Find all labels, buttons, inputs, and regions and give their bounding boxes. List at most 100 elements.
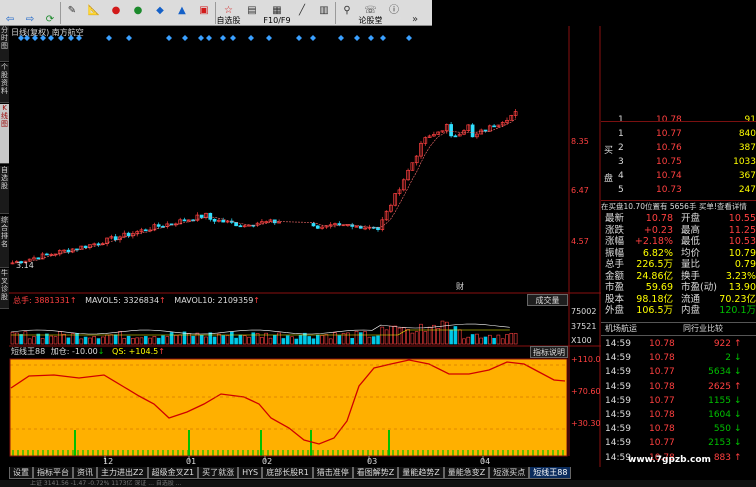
volume-bar [19, 334, 23, 345]
volume-bar [208, 332, 213, 345]
tick-price: 10.78 [649, 339, 675, 349]
tick-time: 14:59 [605, 410, 631, 420]
toolbar-f10-button[interactable]: ▦ F10/F9 [263, 0, 291, 26]
candle-body [449, 124, 453, 137]
stat-value: 10.78 [645, 213, 673, 224]
toolbar-self-select-button[interactable]: ☆ 自选股 [216, 0, 241, 26]
signal-diamond-icon [368, 35, 374, 41]
toolbar-forward-arrow-button[interactable]: ⇨ [20, 0, 40, 26]
order-book-row[interactable]: 买 2 10.76 387 [601, 143, 756, 156]
order-book-row[interactable]: 盘 4 10.74 367 [601, 171, 756, 184]
vol-tick-label: 37521 [571, 322, 597, 331]
order-divider [601, 121, 756, 122]
kline-chart[interactable] [9, 26, 601, 467]
indicator-tab[interactable]: 设置 [9, 467, 33, 479]
signal-diamond-icon [248, 35, 254, 41]
stat-value: 13.90 [728, 282, 756, 293]
volume-bar [363, 331, 367, 345]
tick-price: 10.78 [649, 381, 675, 392]
indicator-tab[interactable]: 超级金叉Z1 [147, 467, 199, 479]
period-icon: ▤ [247, 5, 257, 16]
signal-diamond-icon [106, 35, 112, 41]
volume-bar [436, 328, 441, 345]
toolbar-sell-button[interactable]: ● 卖出 [127, 0, 149, 26]
price-tick-label: 4.57 [571, 237, 589, 246]
order-price: 10.73 [656, 185, 682, 195]
down-arrow-icon: ↓ [734, 438, 742, 449]
indicator-tab[interactable]: 资讯 [73, 467, 97, 479]
side-tab[interactable]: K线图 [0, 104, 9, 164]
ruler-icon: 📐 [87, 5, 101, 16]
status-bar: 上证 3141.56 -1.47 -0.72% 1173亿 深证 ... 自选股… [0, 480, 756, 487]
sector-tab[interactable]: 机场航运 [605, 323, 677, 334]
toolbar-more-button[interactable]: » [405, 0, 425, 26]
refresh-icon: ⟳ [45, 14, 55, 25]
toolbar-draw-line-button[interactable]: ╱ 画线 [291, 0, 313, 26]
volume-bar [49, 335, 54, 345]
mavol5: MAVOL5: 3326834 [85, 296, 160, 305]
toolbar-label: 开户 [196, 16, 212, 25]
order-level: 5 [618, 185, 624, 195]
signal-diamond-icon [380, 35, 386, 41]
indicator-tab[interactable]: 短涨买点 [489, 467, 530, 479]
toolbar-refresh-button[interactable]: ⟳ [40, 0, 60, 26]
volume-bar [139, 337, 144, 345]
volume-bar [169, 332, 174, 345]
toolbar-label: 自选股 [216, 16, 241, 25]
order-book-row[interactable]: 1 10.77 840 [601, 129, 756, 142]
toolbar-ruler-button[interactable]: 📐 测缮 [83, 0, 105, 26]
toolbar-stock-select-button[interactable]: ⚲ 选股 [336, 0, 358, 26]
tick-time: 14:59 [605, 381, 631, 392]
toolbar-modify-button[interactable]: ✎ 修正 [61, 0, 83, 26]
indicator-tab[interactable]: 指标平台 [33, 467, 73, 479]
sector-tab[interactable]: 同行业比较 [683, 323, 755, 334]
tick-time: 14:59 [605, 438, 631, 449]
vol-value: 3881331 [34, 296, 70, 305]
tick-volume: 550 [713, 424, 731, 435]
toolbar-simulate-button[interactable]: ▲ 模拟 [171, 0, 193, 26]
toolbar-period-button[interactable]: ▤ 周期 [241, 0, 263, 26]
volume-bar [440, 320, 445, 345]
indicator-help-button[interactable]: 指标说明 [530, 346, 568, 358]
side-tab[interactable]: 自选股 [0, 166, 9, 214]
candle-body [337, 223, 342, 226]
volume-bar [298, 335, 303, 345]
tick-price: 10.78 [649, 424, 675, 435]
vol-tick-label: 75002 [571, 307, 597, 316]
indicator-tab[interactable]: 底部长股R1 [262, 467, 313, 479]
indicator-tab[interactable]: 量能急变Z [443, 467, 490, 479]
volume-button[interactable]: 成交量 [527, 294, 568, 306]
side-tab[interactable]: 综合排名 [0, 216, 9, 268]
toolbar-buy-button[interactable]: ● 买入 [105, 0, 127, 26]
side-tab[interactable]: 个股资料 [0, 63, 9, 103]
volume-bar [62, 333, 66, 345]
info-icon: ⓘ [389, 5, 399, 16]
order-book-row[interactable]: 5 10.73 247 [601, 185, 756, 198]
tick-volume: 2153 [708, 438, 731, 449]
toolbar-forum-button[interactable]: ☏ 论股堂 [358, 0, 383, 26]
order-level: 3 [618, 157, 624, 167]
tick-volume: 2 [725, 353, 731, 364]
indicator-tab[interactable]: 买了就涨 [198, 467, 239, 479]
order-volume: 387 [738, 143, 756, 153]
side-tab[interactable]: 分时图 [0, 26, 9, 62]
order-book-row[interactable]: 3 10.75 1033 [601, 157, 756, 170]
volume-bar [182, 331, 187, 345]
side-tab[interactable]: 牛叉诊股 [0, 269, 9, 309]
toolbar-back-arrow-button[interactable]: ⇦ [0, 0, 20, 26]
indicator-tab[interactable]: 猎击准停 [312, 467, 353, 479]
price-tick-label: 6.47 [571, 186, 589, 195]
signal-diamond-icon [126, 35, 132, 41]
indicator-tab[interactable]: HYS [238, 467, 263, 479]
candle-body [113, 236, 118, 241]
toolbar-open-account-button[interactable]: ▣ 开户 [193, 0, 215, 26]
indicator-tab[interactable]: 短线王88 [529, 467, 572, 479]
volume-bar [311, 338, 316, 345]
toolbar-fund-button[interactable]: ◆ 基金 [149, 0, 171, 26]
toolbar-indicator-button[interactable]: ▥ 指标 [313, 0, 335, 26]
toolbar-info-button[interactable]: ⓘ 资讯 [383, 0, 405, 26]
tick-row: 14:59 10.78 550 ↓ [601, 424, 756, 437]
indicator-tab[interactable]: 主力进出Z2 [97, 467, 148, 479]
indicator-tab[interactable]: 量能趋势Z [398, 467, 444, 479]
indicator-tab[interactable]: 看图解势Z [352, 467, 399, 479]
